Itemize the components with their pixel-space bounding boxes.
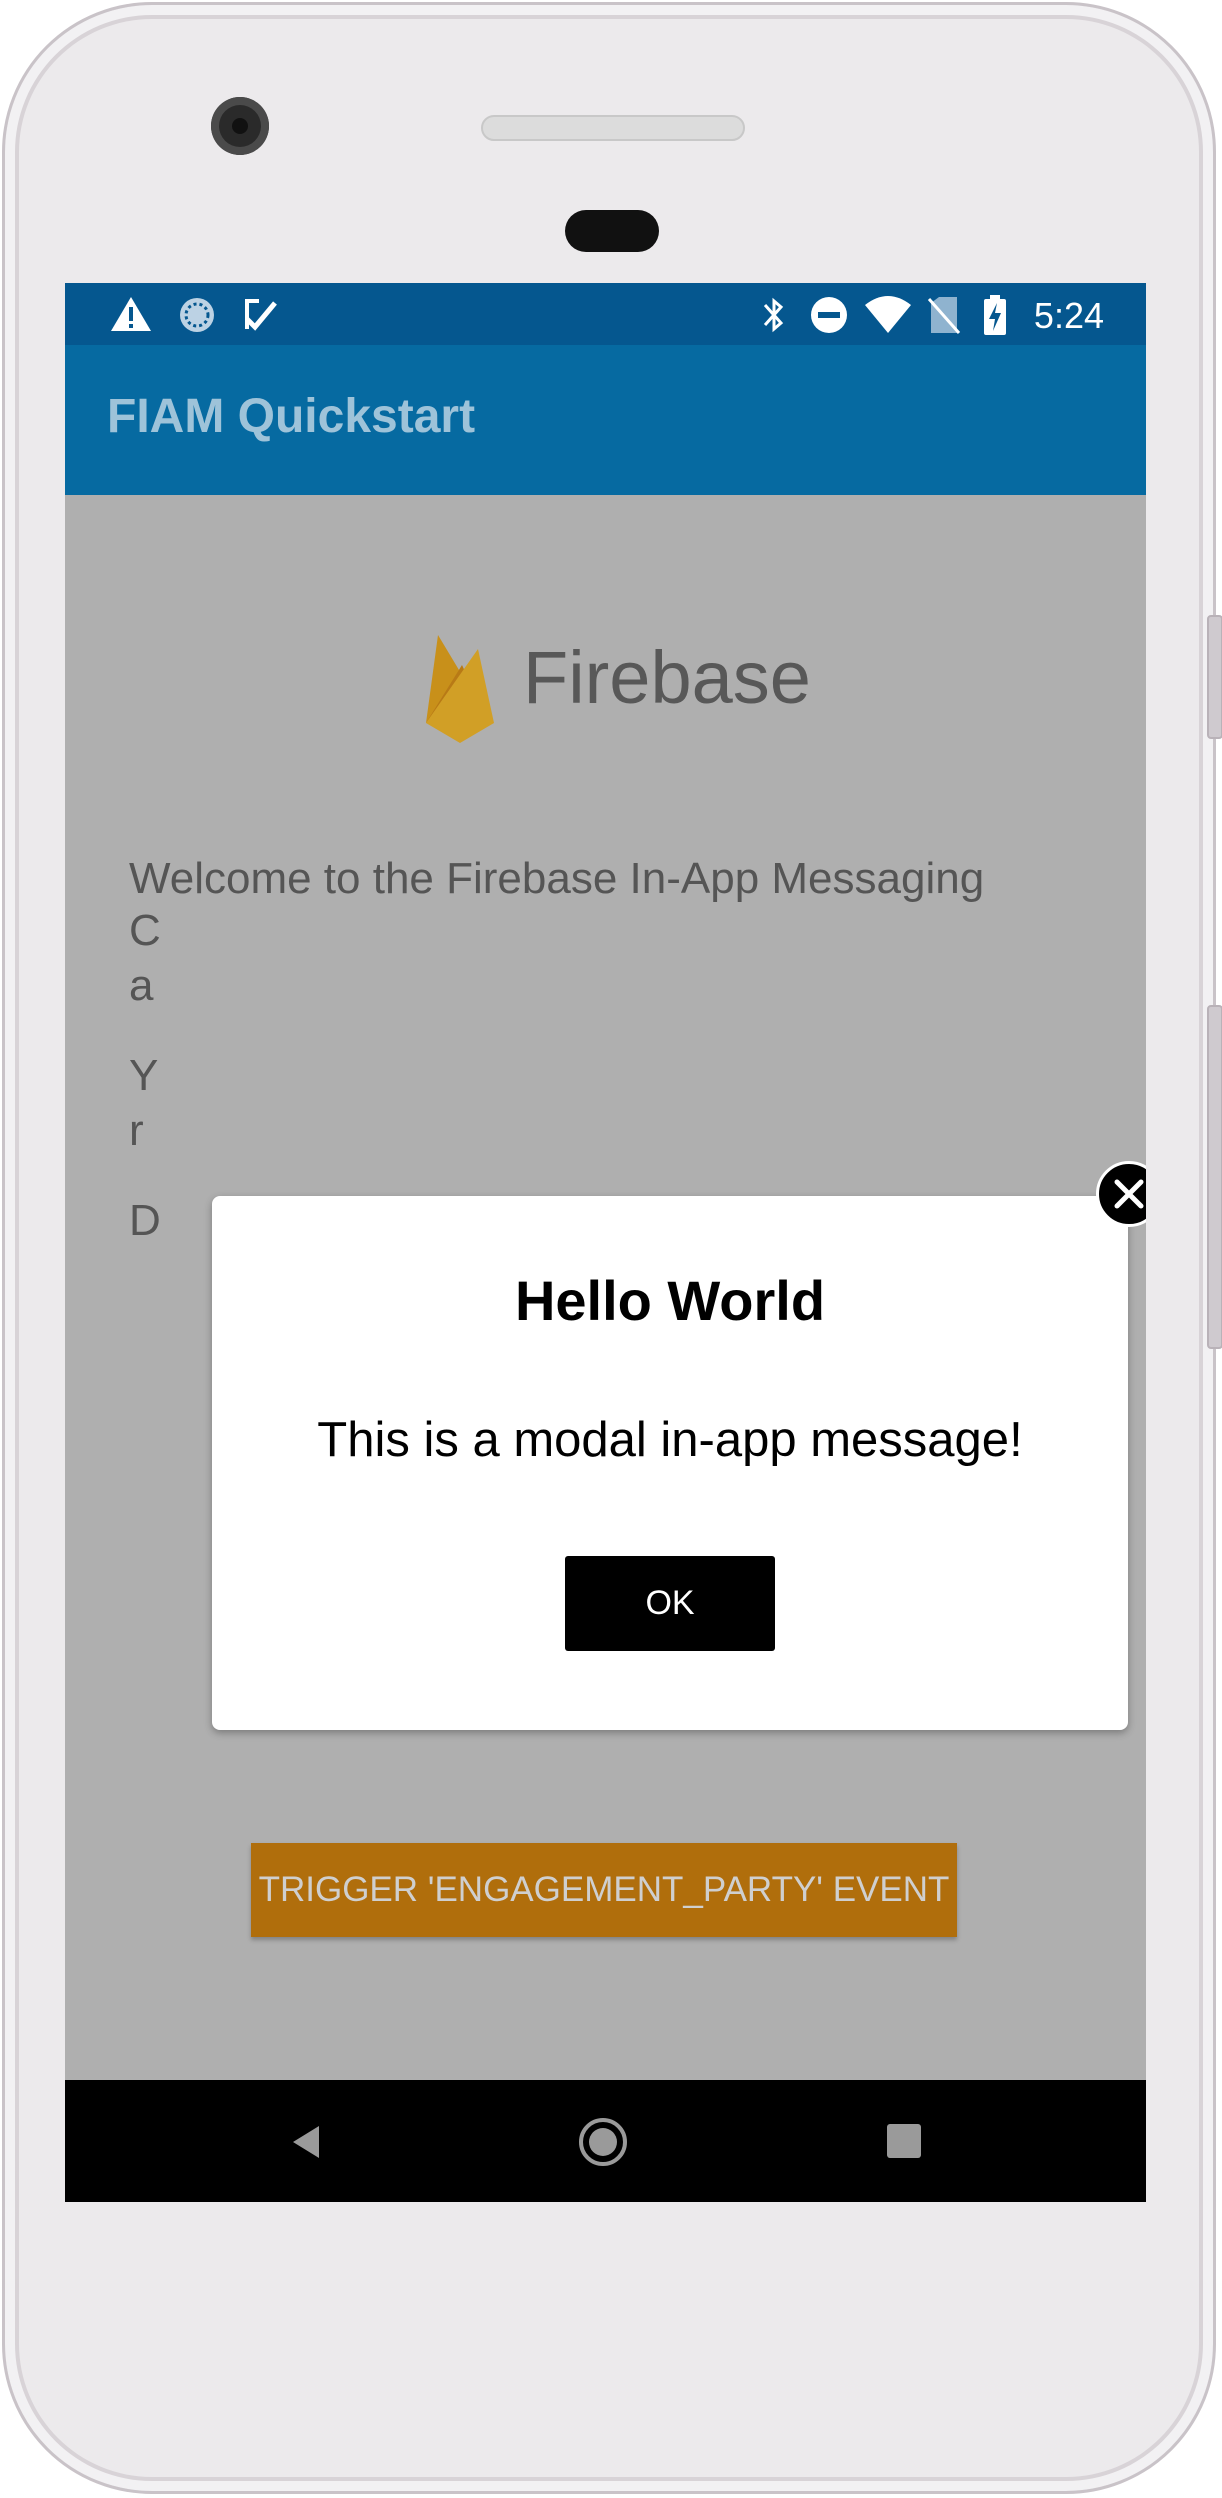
close-icon: [1114, 1179, 1144, 1209]
volume-button: [1207, 1005, 1222, 1349]
modal-ok-button[interactable]: OK: [565, 1556, 775, 1651]
firebase-logo-text: Firebase: [523, 636, 811, 719]
welcome-text-line-3: a: [129, 961, 154, 1010]
status-bar: 5:24: [65, 283, 1146, 345]
in-app-message-modal: Hello World This is a modal in-app messa…: [212, 1196, 1128, 1730]
loading-icon: [180, 298, 214, 332]
proximity-sensor: [565, 210, 659, 252]
earpiece-speaker: [481, 115, 745, 141]
nav-bar: [65, 2080, 1146, 2202]
back-icon[interactable]: [285, 2120, 329, 2164]
trigger-event-button[interactable]: TRIGGER 'ENGAGEMENT_PARTY' EVENT: [251, 1843, 957, 1937]
device-screen: 5:24 FIAM Quickstart Firebase Welcome to…: [65, 283, 1146, 2202]
firebase-logo-icon: [426, 635, 494, 743]
recents-icon[interactable]: [885, 2122, 923, 2160]
welcome-text: Welcome to the Firebase In-App Messaging: [129, 854, 985, 903]
bluetooth-icon: [763, 297, 784, 333]
no-sim-icon: [927, 297, 961, 334]
info-text-line-1: Y: [129, 1051, 159, 1100]
app-toolbar: FIAM Quickstart: [65, 345, 1146, 495]
modal-body: This is a modal in-app message!: [317, 1413, 1023, 1467]
info-text-line-3: D: [129, 1196, 161, 1245]
wifi-icon: [865, 296, 911, 333]
do-not-disturb-icon: [811, 297, 847, 333]
battery-charging-icon: [984, 295, 1006, 335]
status-time: 5:24: [1033, 295, 1104, 336]
modal-title: Hello World: [514, 1269, 826, 1332]
welcome-text-line-2: C: [129, 906, 161, 955]
front-camera: [211, 97, 269, 155]
modal-close-button[interactable]: [1096, 1161, 1146, 1227]
power-button: [1207, 615, 1222, 739]
home-icon[interactable]: [577, 2116, 629, 2168]
app-title: FIAM Quickstart: [107, 390, 476, 443]
info-text-line-2: r: [129, 1106, 144, 1155]
check-task-icon: [245, 299, 277, 331]
warning-icon: [111, 297, 151, 331]
